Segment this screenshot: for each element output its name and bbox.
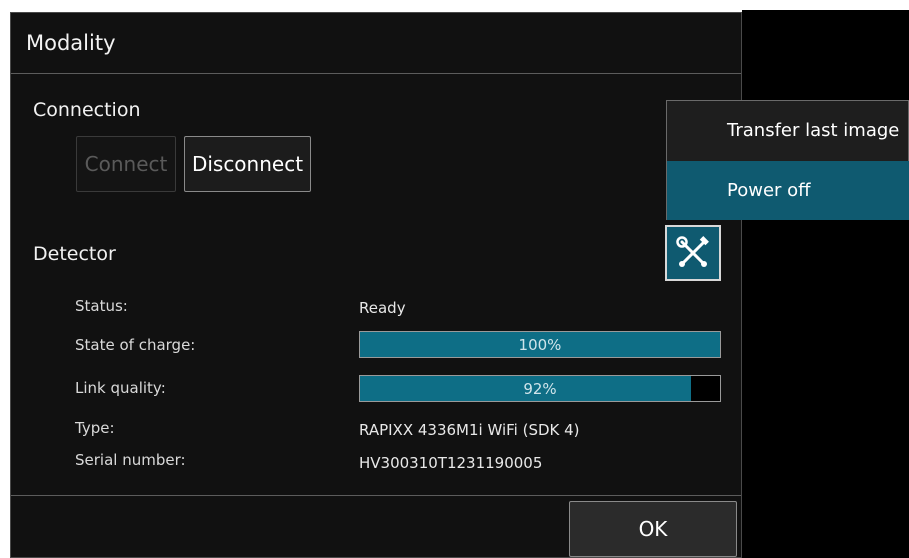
detector-context-menu: Transfer last image Power off bbox=[666, 100, 909, 220]
detector-tools-button[interactable] bbox=[665, 225, 721, 281]
footer-divider bbox=[11, 495, 741, 496]
type-label: Type: bbox=[75, 419, 115, 437]
status-label: Status: bbox=[75, 297, 128, 315]
background-panel bbox=[742, 10, 909, 558]
title-divider bbox=[11, 73, 741, 74]
menu-item-transfer-last-image[interactable]: Transfer last image bbox=[667, 101, 909, 160]
disconnect-button[interactable]: Disconnect bbox=[184, 136, 311, 192]
tools-icon bbox=[676, 236, 709, 267]
state-of-charge-bar: 100% bbox=[359, 331, 721, 358]
serial-number-label: Serial number: bbox=[75, 451, 186, 469]
dialog-title: Modality bbox=[26, 31, 116, 55]
link-quality-text: 92% bbox=[523, 379, 557, 398]
state-of-charge-label: State of charge: bbox=[75, 336, 196, 354]
connection-heading: Connection bbox=[33, 99, 141, 121]
serial-number-value: HV300310T1231190005 bbox=[359, 454, 543, 472]
link-quality-label: Link quality: bbox=[75, 379, 166, 397]
status-value: Ready bbox=[359, 299, 406, 317]
connect-button[interactable]: Connect bbox=[76, 136, 176, 192]
detector-heading: Detector bbox=[33, 243, 116, 265]
modality-dialog: Modality Connection Connect Disconnect D… bbox=[10, 12, 742, 558]
link-quality-bar: 92% bbox=[359, 375, 721, 402]
state-of-charge-text: 100% bbox=[518, 335, 562, 354]
menu-item-power-off[interactable]: Power off bbox=[667, 161, 909, 220]
ok-button[interactable]: OK bbox=[569, 501, 737, 557]
type-value: RAPIXX 4336M1i WiFi (SDK 4) bbox=[359, 421, 580, 439]
